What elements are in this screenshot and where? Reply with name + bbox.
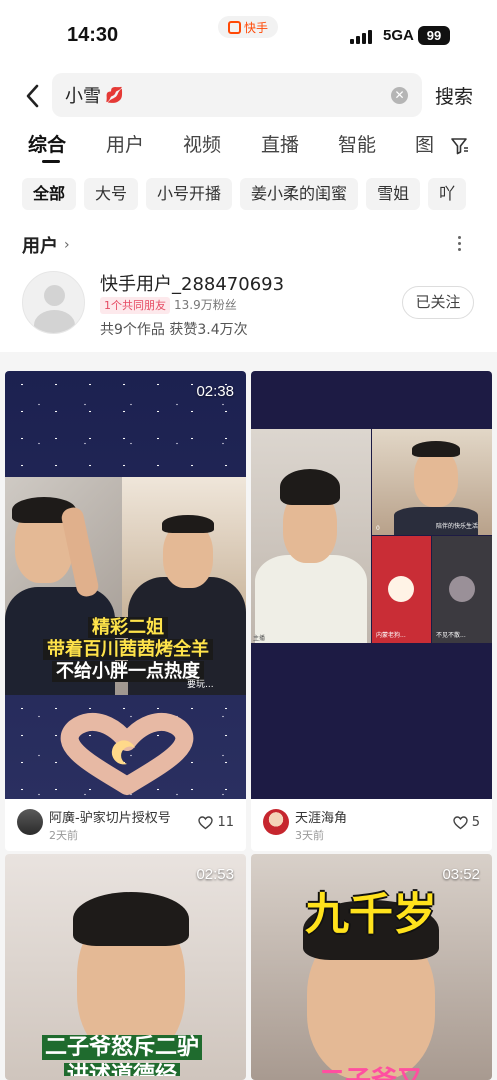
search-input[interactable]: 小雪 💋 ✕ [52,73,422,117]
video-caption: 二子爷怒斥二驴 讲述道德经 [15,1034,229,1076]
heart-icon [198,815,214,829]
chip-alt-live[interactable]: 小号开播 [146,178,233,210]
lips-emoji: 💋 [105,86,124,104]
result-tabs: 综合 用户 视频 直播 智能 图 [0,130,497,166]
video-thumbnail: 主播 陪伴的快乐生活 0 内蒙老狗... 不见不散... [251,371,492,799]
video-subcaption: 二子爷又 [271,1060,471,1080]
like-count: 5 [471,815,480,830]
video-meta: 阿廣-驴家切片授权号 2天前 11 [5,799,246,851]
app-indicator[interactable]: 快手 [218,16,278,38]
battery-icon: 99 [418,26,450,45]
video-grid: 精彩二姐 带着百川茜茜烤全羊 不给小胖一点热度 要玩... 02:38 阿廣-驴… [0,362,497,1080]
video-card[interactable]: 主播 陪伴的快乐生活 0 内蒙老狗... 不见不散... 天涯海角 3天前 5 [251,371,492,851]
video-duration: 03:52 [442,866,480,883]
more-options-icon[interactable] [458,236,461,251]
user-stats: 共9个作品 获赞3.4万次 [100,322,248,338]
chevron-left-icon [26,84,39,108]
users-section-title: 用户 [22,236,58,257]
fans-count: 13.9万粉丝 [174,298,237,312]
users-section-header[interactable]: 用户 › [22,232,70,258]
video-thumbnail: 二子爷怒斥二驴 讲述道德经 02:53 [5,854,246,1080]
tab-videos[interactable]: 视频 [183,130,221,157]
video-card[interactable]: 二子爷怒斥二驴 讲述道德经 02:53 [5,854,246,1080]
chip-more[interactable]: 吖 [428,178,467,210]
overlay-tag: 要玩... [187,680,214,690]
kuaishou-logo-icon [227,20,241,34]
follow-button[interactable]: 已关注 [402,286,474,319]
tab-live[interactable]: 直播 [261,130,299,157]
heart-icon [453,815,468,829]
post-time: 2天前 [49,829,78,842]
like-count: 11 [217,815,234,830]
network-type: 5GA [383,27,414,44]
status-time: 14:30 [67,24,119,46]
back-button[interactable] [18,82,46,110]
filter-chips: 全部 大号 小号开播 姜小柔的闺蜜 雪姐 吖 [22,178,497,210]
chip-all[interactable]: 全部 [22,178,77,210]
like-button[interactable]: 5 [453,815,480,830]
video-duration: 02:53 [196,866,234,883]
chip-main-account[interactable]: 大号 [84,178,139,210]
tab-images[interactable]: 图 [415,130,434,157]
post-time: 3天前 [295,829,324,842]
mutual-friends-badge: 1个共同朋友 [100,297,170,314]
tab-users[interactable]: 用户 [106,130,144,157]
video-card[interactable]: 九千岁 二子爷又 03:52 [251,854,492,1080]
chip-xuejie[interactable]: 雪姐 [366,178,421,210]
app-name: 快手 [243,20,268,35]
video-duration: 02:38 [196,383,234,400]
tab-comprehensive[interactable]: 综合 [28,130,66,157]
author-name[interactable]: 阿廣-驴家切片授权号 [49,807,171,826]
video-caption: 精彩二姐 带着百川茜茜烤全羊 不给小胖一点热度 [38,617,218,683]
active-tab-indicator [42,160,60,163]
author-name[interactable]: 天涯海角 [295,807,347,826]
search-query: 小雪 [65,86,101,107]
tab-smart[interactable]: 智能 [338,130,376,157]
filter-icon[interactable] [450,136,470,160]
video-card[interactable]: 精彩二姐 带着百川茜茜烤全羊 不给小胖一点热度 要玩... 02:38 阿廣-驴… [5,371,246,851]
heart-hands-icon [60,712,194,795]
signal-icon [350,30,372,44]
status-bar: 14:30 快手 5GA 99 [0,0,497,70]
user-name[interactable]: 快手用户_288470693 [100,270,284,296]
live-tag: 陪伴的快乐生活 [436,523,479,530]
chip-bestie[interactable]: 姜小柔的闺蜜 [240,178,359,210]
clear-icon[interactable]: ✕ [391,87,408,104]
like-button[interactable]: 11 [198,815,234,830]
video-caption: 九千岁 [305,889,437,940]
avatar[interactable] [22,271,85,334]
video-thumbnail: 精彩二姐 带着百川茜茜烤全羊 不给小胖一点热度 要玩... 02:38 [5,371,246,799]
video-thumbnail: 九千岁 二子爷又 03:52 [251,854,492,1080]
author-avatar[interactable] [17,809,43,835]
section-divider [0,352,497,362]
search-button[interactable]: 搜索 [435,82,473,109]
video-meta: 天涯海角 3天前 5 [251,799,492,851]
chevron-right-icon: › [64,237,70,253]
author-avatar[interactable] [263,809,289,835]
